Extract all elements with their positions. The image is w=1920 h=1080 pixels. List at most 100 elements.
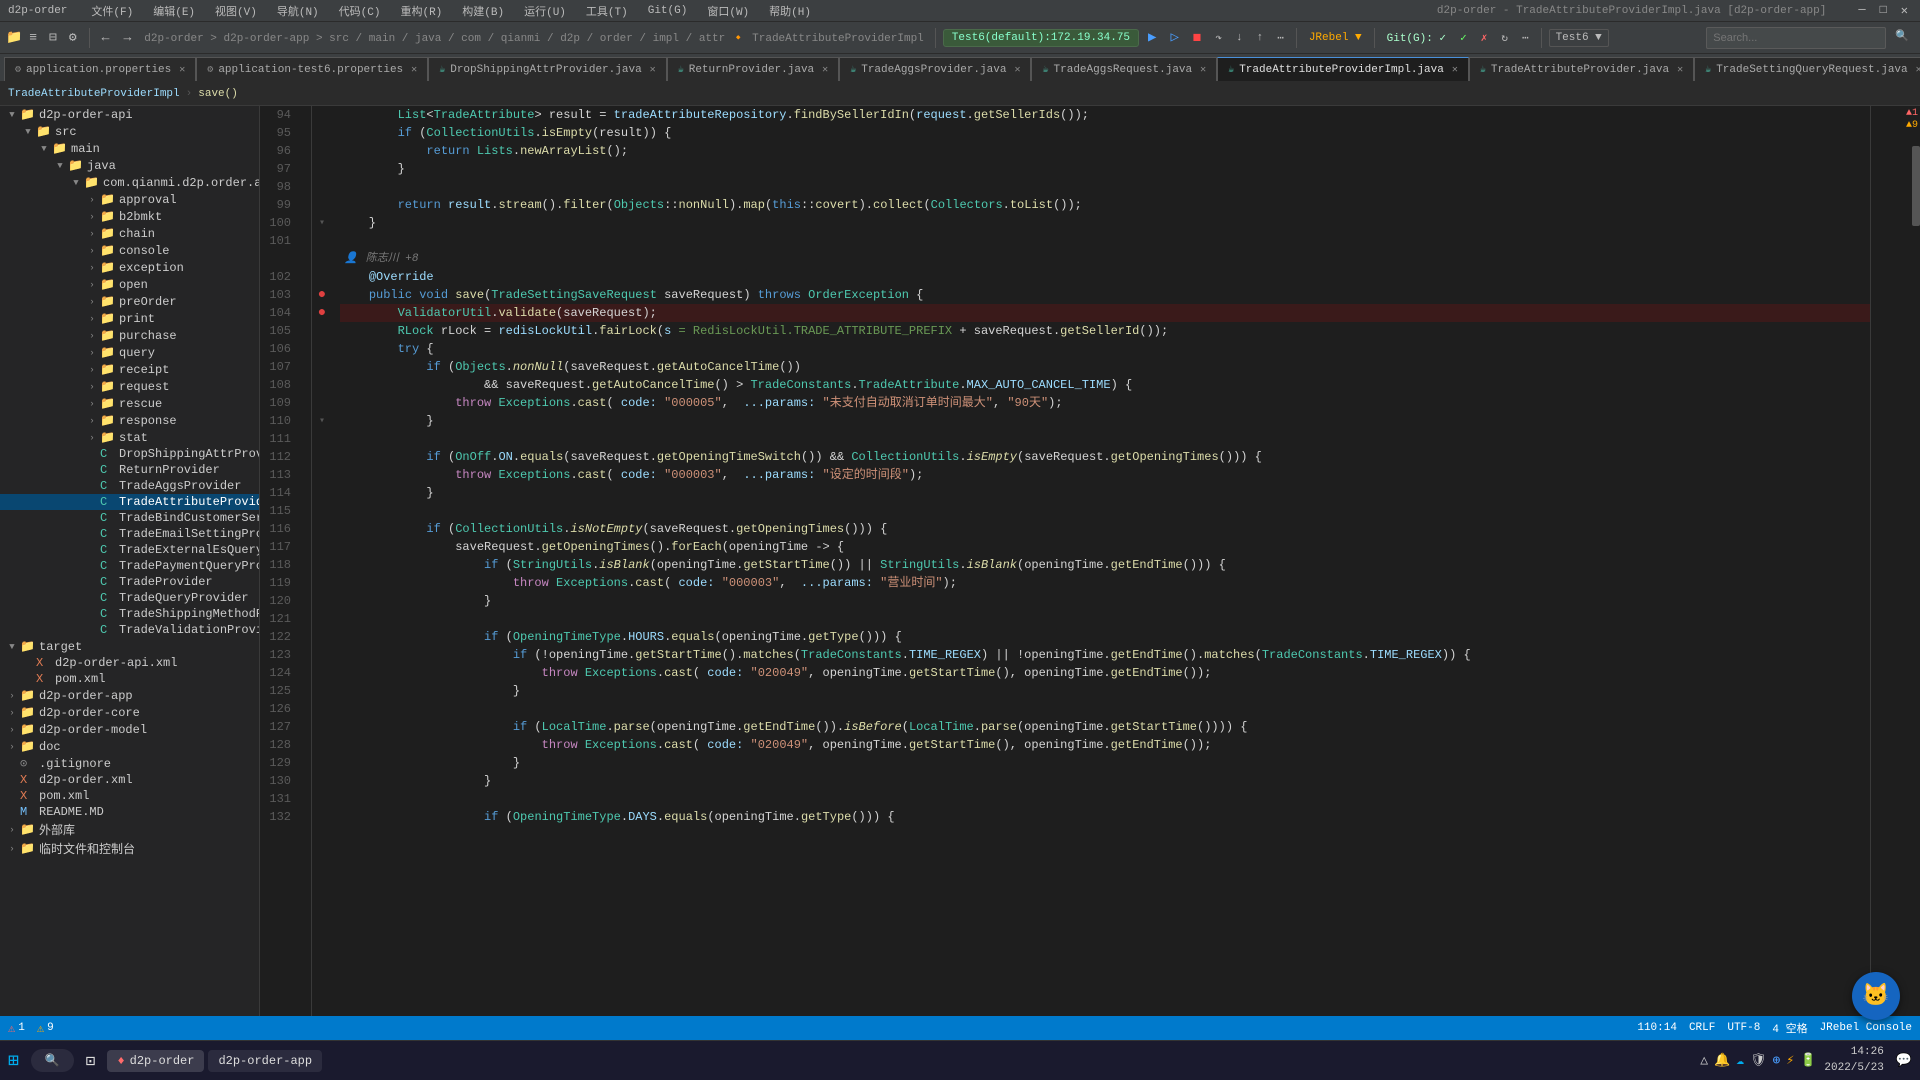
tree-trade-bind-prov[interactable]: C TradeBindCustomerServiceStaffProv...: [0, 510, 259, 526]
tab-close[interactable]: ✕: [822, 64, 828, 76]
restore-btn[interactable]: □: [1876, 3, 1891, 18]
tree-root-pom[interactable]: X pom.xml: [0, 788, 259, 804]
search-input[interactable]: [1706, 27, 1886, 49]
tree-request[interactable]: › 📁 request: [0, 378, 259, 395]
tree-pom-api[interactable]: X pom.xml: [0, 671, 259, 687]
tab-close[interactable]: ✕: [1452, 64, 1458, 76]
tree-item-root[interactable]: ▼ 📁 d2p-order-api: [0, 106, 259, 123]
more-run-btns[interactable]: ⋯: [1272, 29, 1289, 47]
tree-stat[interactable]: › 📁 stat: [0, 429, 259, 446]
tab-trade-attribute-impl[interactable]: ☕ TradeAttributeProviderImpl.java ✕: [1217, 57, 1469, 82]
back-btn[interactable]: ←: [97, 28, 115, 47]
tree-order-xml[interactable]: X d2p-order.xml: [0, 772, 259, 788]
error-indicator[interactable]: ⚠ 1: [8, 1021, 25, 1036]
tree-rescue[interactable]: › 📁 rescue: [0, 395, 259, 412]
tree-readme[interactable]: M README.MD: [0, 804, 259, 820]
tree-target[interactable]: ▼ 📁 target: [0, 638, 259, 655]
tray-icon-4[interactable]: 🛡: [1750, 1053, 1767, 1068]
jrebel-console-label[interactable]: JRebel Console: [1820, 1022, 1912, 1034]
tree-chain[interactable]: › 📁 chain: [0, 225, 259, 242]
git-refresh-btn[interactable]: ↻: [1496, 29, 1513, 47]
tree-trade-pay-prov[interactable]: C TradePaymentQueryProvider: [0, 558, 259, 574]
tree-model[interactable]: › 📁 d2p-order-model: [0, 721, 259, 738]
menu-view[interactable]: 视图(V): [211, 1, 261, 21]
menu-help[interactable]: 帮助(H): [765, 1, 815, 21]
tab-trade-aggs-provider[interactable]: ☕ TradeAggsProvider.java ✕: [839, 57, 1031, 82]
menu-edit[interactable]: 编辑(E): [149, 1, 199, 21]
tab-close[interactable]: ✕: [650, 64, 656, 76]
encoding-label[interactable]: UTF-8: [1727, 1022, 1760, 1034]
tray-icon-6[interactable]: ⚡: [1786, 1053, 1794, 1068]
breadcrumb-method[interactable]: save(): [198, 88, 238, 100]
tree-purchase[interactable]: › 📁 purchase: [0, 327, 259, 344]
tree-trade-prov[interactable]: C TradeProvider: [0, 574, 259, 590]
step-over-btn[interactable]: ↷: [1210, 29, 1227, 47]
git-more-btns[interactable]: ⋯: [1517, 29, 1534, 47]
debug-btn[interactable]: ▶: [1143, 27, 1161, 48]
tree-gitignore[interactable]: ⊙ .gitignore: [0, 755, 259, 772]
tree-pkg[interactable]: ▼ 📁 com.qianmi.d2p.order.api: [0, 174, 259, 191]
position-label[interactable]: 110:14: [1637, 1022, 1677, 1034]
tree-java[interactable]: ▼ 📁 java: [0, 157, 259, 174]
line-sep-label[interactable]: CRLF: [1689, 1022, 1715, 1034]
tray-icon-1[interactable]: △: [1700, 1053, 1708, 1068]
menu-build[interactable]: 构建(B): [458, 1, 508, 21]
tree-doc[interactable]: › 📁 doc: [0, 738, 259, 755]
menu-window[interactable]: 窗口(W): [703, 1, 753, 21]
taskbar-intellij[interactable]: ♦ d2p-order: [107, 1050, 204, 1072]
tab-trade-setting-query[interactable]: ☕ TradeSettingQueryRequest.java ✕: [1694, 57, 1920, 82]
stop-btn[interactable]: ◼: [1188, 27, 1206, 48]
tab-trade-attribute-provider[interactable]: ☕ TradeAttributeProvider.java ✕: [1469, 57, 1694, 82]
menu-refactor[interactable]: 重构(R): [396, 1, 446, 21]
tree-console[interactable]: › 📁 console: [0, 242, 259, 259]
tab-application-properties[interactable]: ⚙ application.properties ✕: [4, 57, 196, 82]
tree-trade-aggs-prov[interactable]: C TradeAggsProvider: [0, 478, 259, 494]
tab-dropshipping[interactable]: ☕ DropShippingAttrProvider.java ✕: [428, 57, 667, 82]
tree-receipt[interactable]: › 📁 receipt: [0, 361, 259, 378]
run-btn[interactable]: ▷: [1165, 27, 1183, 48]
menu-tools[interactable]: 工具(T): [582, 1, 632, 21]
menu-code[interactable]: 代码(C): [335, 1, 385, 21]
tree-trade-email-prov[interactable]: C TradeEmailSettingProvider: [0, 526, 259, 542]
tab-application-test6[interactable]: ⚙ application-test6.properties ✕: [196, 57, 428, 82]
taskbar-app2[interactable]: d2p-order-app: [208, 1050, 322, 1072]
tab-close[interactable]: ✕: [1916, 64, 1920, 76]
tree-return-prov[interactable]: C ReturnProvider: [0, 462, 259, 478]
tree-src[interactable]: ▼ 📁 src: [0, 123, 259, 140]
close-btn[interactable]: ✕: [1897, 3, 1912, 18]
notification-btn[interactable]: 💬: [1896, 1053, 1912, 1068]
tree-b2bmkt[interactable]: › 📁 b2bmkt: [0, 208, 259, 225]
step-into-btn[interactable]: ↓: [1231, 30, 1248, 46]
search-taskbar-btn[interactable]: 🔍: [31, 1049, 74, 1072]
menu-file[interactable]: 文件(F): [87, 1, 137, 21]
tray-icon-7[interactable]: 🔋: [1800, 1053, 1816, 1068]
warning-indicator[interactable]: ⚠ 9: [37, 1021, 54, 1036]
tree-trade-ship-prov[interactable]: C TradeShippingMethodProvider: [0, 606, 259, 622]
tree-scratch[interactable]: › 📁 临时文件和控制台: [0, 839, 259, 858]
tab-return-provider[interactable]: ☕ ReturnProvider.java ✕: [667, 57, 839, 82]
tab-close[interactable]: ✕: [1200, 64, 1206, 76]
tree-main[interactable]: ▼ 📁 main: [0, 140, 259, 157]
tree-trade-ext-prov[interactable]: C TradeExternalEsQueryProvider: [0, 542, 259, 558]
menu-run[interactable]: 运行(U): [520, 1, 570, 21]
tray-icon-2[interactable]: 🔔: [1714, 1053, 1730, 1068]
tray-icon-3[interactable]: ☁: [1736, 1053, 1744, 1068]
tree-response[interactable]: › 📁 response: [0, 412, 259, 429]
clock[interactable]: 14:26 2022/5/23: [1824, 1045, 1883, 1076]
tree-print[interactable]: › 📁 print: [0, 310, 259, 327]
tree-preorder[interactable]: › 📁 preOrder: [0, 293, 259, 310]
tab-close[interactable]: ✕: [411, 64, 417, 76]
tab-close[interactable]: ✕: [1014, 64, 1020, 76]
tab-close[interactable]: ✕: [179, 64, 185, 76]
tree-drop-attr-prov[interactable]: C DropShippingAttrProvider: [0, 446, 259, 462]
tree-trade-valid-prov[interactable]: C TradeValidationProvider: [0, 622, 259, 638]
minimap[interactable]: ▲1 ▲9: [1870, 106, 1920, 1028]
minimize-btn[interactable]: ─: [1854, 3, 1869, 18]
tree-core[interactable]: › 📁 d2p-order-core: [0, 704, 259, 721]
windows-start-btn[interactable]: ⊞: [8, 1050, 19, 1072]
expand-all-btn[interactable]: ≡: [24, 28, 42, 47]
git-label[interactable]: Git(G): ✓: [1382, 29, 1451, 47]
tree-query[interactable]: › 📁 query: [0, 344, 259, 361]
tree-api-xml[interactable]: X d2p-order-api.xml: [0, 655, 259, 671]
settings-btn[interactable]: ⚙: [64, 28, 82, 47]
